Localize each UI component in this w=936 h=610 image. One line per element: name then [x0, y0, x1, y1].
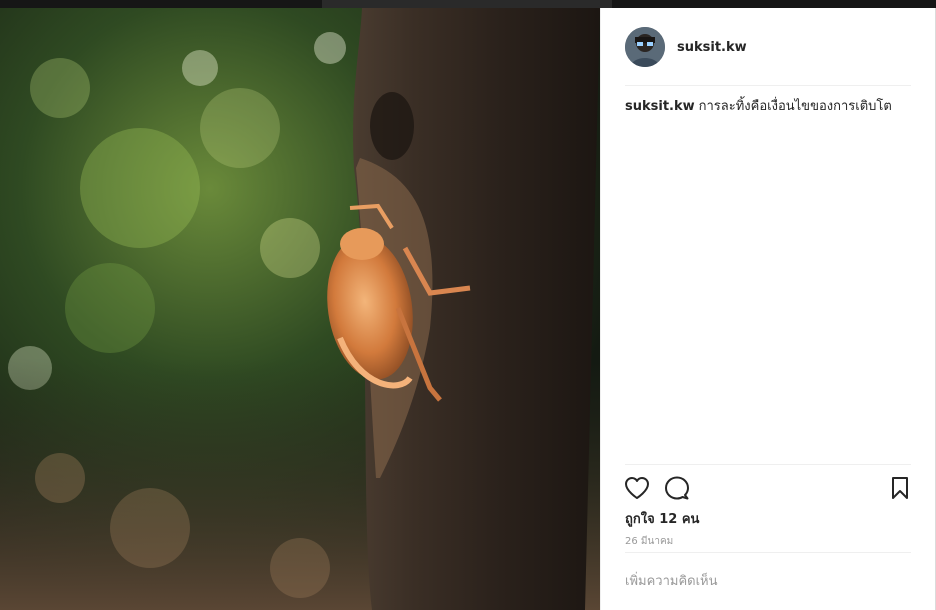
top-bar	[0, 0, 936, 8]
post-photo[interactable]	[0, 8, 600, 610]
comment-bubble-icon	[665, 476, 689, 500]
username-link[interactable]: suksit.kw	[677, 40, 747, 55]
comment-button[interactable]	[663, 474, 691, 502]
add-comment-input[interactable]	[625, 568, 915, 594]
like-button[interactable]	[623, 474, 651, 502]
divider	[625, 464, 911, 465]
action-bar	[623, 474, 914, 504]
post-caption: suksit.kw การละทิ้งคือเงื่อนไขของการเติบโ…	[625, 98, 915, 116]
caption-text: การละทิ้งคือเงื่อนไขของการเติบโต	[698, 99, 892, 114]
divider	[625, 552, 911, 553]
post-date[interactable]: 26 มีนาคม	[625, 534, 673, 549]
bookmark-icon	[892, 477, 908, 499]
likes-count[interactable]: ถูกใจ 12 คน	[625, 508, 699, 529]
post-side-panel: suksit.kw suksit.kw การละทิ้งคือเงื่อนไขข…	[600, 8, 935, 610]
caption-username[interactable]: suksit.kw	[625, 99, 695, 114]
save-button[interactable]	[886, 474, 914, 502]
post-header: suksit.kw	[625, 26, 747, 68]
divider	[625, 85, 911, 86]
heart-icon	[625, 477, 649, 499]
cicada-shell-photo	[0, 8, 600, 610]
avatar[interactable]	[625, 27, 665, 67]
